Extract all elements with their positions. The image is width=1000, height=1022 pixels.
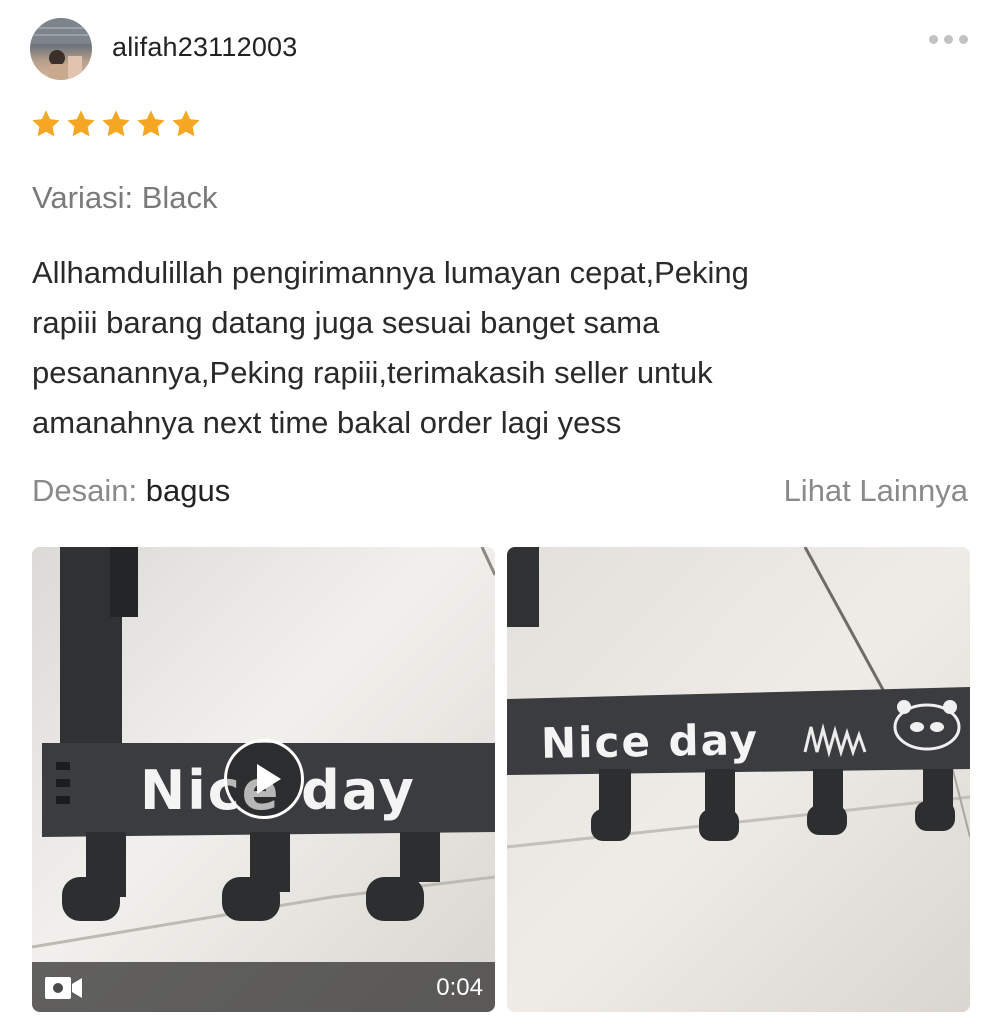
- video-camera-icon: [45, 977, 82, 999]
- see-more-link[interactable]: Lihat Lainnya: [784, 473, 968, 509]
- play-icon: [257, 764, 281, 794]
- star-icon: [102, 110, 130, 137]
- review-text: Allhamdulillah pengirimannya lumayan cep…: [32, 255, 749, 440]
- star-icon: [172, 110, 200, 137]
- photo-overlay-text: Nice day: [540, 715, 760, 768]
- star-icon: [32, 110, 60, 137]
- rating-stars: [30, 108, 202, 140]
- star-icon: [67, 110, 95, 137]
- star-icon: [137, 110, 165, 137]
- username[interactable]: alifah23112003: [112, 32, 297, 63]
- variation-label: Variasi:: [32, 180, 134, 215]
- avatar-image: [30, 18, 92, 80]
- design-value: bagus: [145, 473, 231, 508]
- review-header: alifah23112003: [0, 0, 1000, 100]
- design-label: Desain:: [32, 473, 138, 508]
- photo-image: [507, 547, 970, 1012]
- more-dot: [943, 34, 953, 44]
- play-button[interactable]: [224, 739, 304, 819]
- variation-line: Variasi: Black: [32, 180, 218, 216]
- design-attribute: Desain: bagus: [32, 473, 230, 509]
- more-dot: [958, 34, 968, 44]
- video-duration: 0:04: [436, 974, 483, 1001]
- avatar[interactable]: [30, 18, 92, 80]
- variation-value: Black: [141, 180, 218, 215]
- more-dot: [928, 34, 938, 44]
- review-video-thumbnail[interactable]: Nice day 0:04: [32, 547, 495, 1012]
- more-options-button[interactable]: [922, 28, 974, 50]
- review-photo-thumbnail[interactable]: Nice day: [507, 547, 970, 1012]
- video-info-bar: 0:04: [32, 962, 495, 1012]
